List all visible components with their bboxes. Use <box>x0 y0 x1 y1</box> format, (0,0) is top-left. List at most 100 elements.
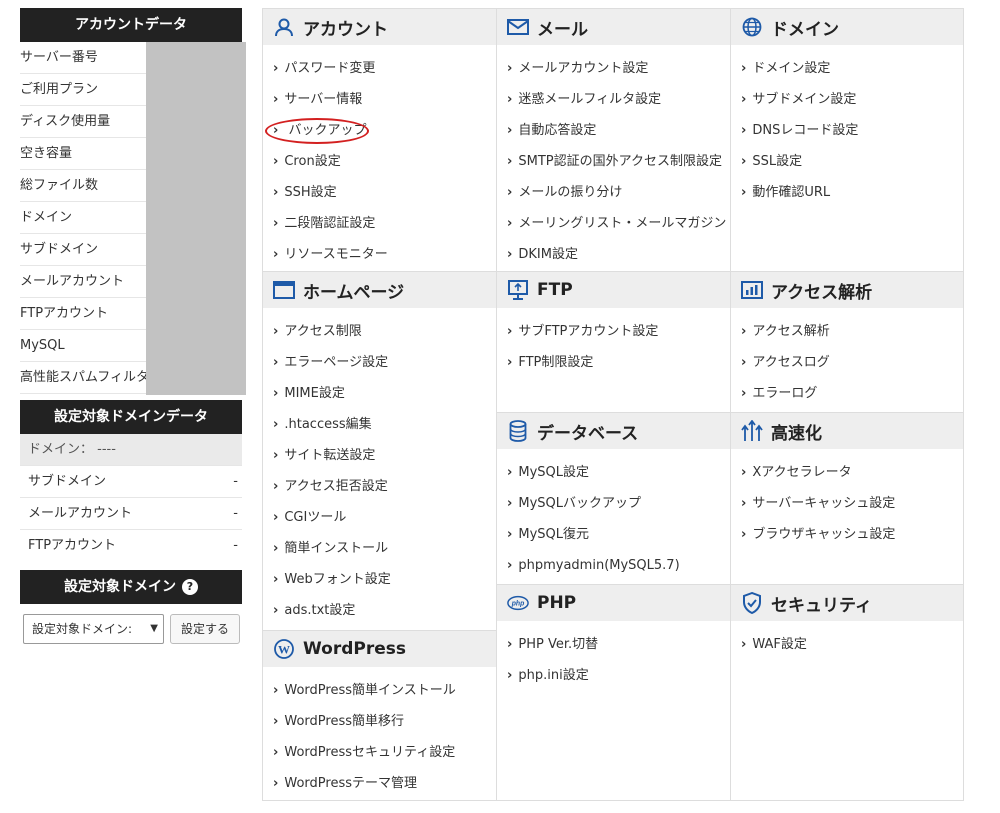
section-security-links: WAF設定 <box>731 621 963 660</box>
link-mailing-list[interactable]: メーリングリスト・メールマガジン <box>497 208 730 239</box>
section-analytics-links: アクセス解析 アクセスログ エラーログ <box>731 308 963 409</box>
link-mysql-backup[interactable]: MySQLバックアップ <box>497 488 730 519</box>
section-title: PHP <box>537 593 577 613</box>
section-wordpress-header: W WordPress <box>263 631 496 667</box>
link-htaccess[interactable]: .htaccess編集 <box>263 409 496 440</box>
section-domain: ドメイン ドメイン設定 サブドメイン設定 DNSレコード設定 SSL設定 動作確… <box>731 9 963 208</box>
section-title: メール <box>537 19 588 40</box>
link-ssh[interactable]: SSH設定 <box>263 177 496 208</box>
link-auto-reply[interactable]: 自動応答設定 <box>497 115 730 146</box>
domain-data-value: - <box>233 506 238 521</box>
account-row-free-space: 空き容量 <box>20 138 146 170</box>
link-mail-sorting[interactable]: メールの振り分け <box>497 177 730 208</box>
link-access-analytics[interactable]: アクセス解析 <box>731 316 963 347</box>
link-mysql-settings[interactable]: MySQL設定 <box>497 457 730 488</box>
link-spam-filter[interactable]: 迷惑メールフィルタ設定 <box>497 84 730 115</box>
domain-data-label: FTPアカウント <box>28 538 117 553</box>
link-waf[interactable]: WAF設定 <box>731 629 963 660</box>
redacted-values-block <box>146 42 246 395</box>
section-mail: メール メールアカウント設定 迷惑メールフィルタ設定 自動応答設定 SMTP認証… <box>497 9 730 270</box>
account-row-subdomain: サブドメイン <box>20 234 146 266</box>
domain-data-header: 設定対象ドメインデータ <box>20 400 242 434</box>
link-wp-theme[interactable]: WordPressテーマ管理 <box>263 768 496 799</box>
link-ftp-restriction[interactable]: FTP制限設定 <box>497 347 730 378</box>
help-icon[interactable]: ? <box>182 579 198 595</box>
link-x-accelerator[interactable]: Xアクセラレータ <box>731 457 963 488</box>
link-sub-ftp-account[interactable]: サブFTPアカウント設定 <box>497 316 730 347</box>
account-row-total-files: 総ファイル数 <box>20 170 146 202</box>
link-access-deny[interactable]: アクセス拒否設定 <box>263 471 496 502</box>
link-access-log[interactable]: アクセスログ <box>731 347 963 378</box>
account-row-plan: ご利用プラン <box>20 74 146 106</box>
link-wp-easy-migration[interactable]: WordPress簡単移行 <box>263 706 496 737</box>
link-php-ini[interactable]: php.ini設定 <box>497 660 730 691</box>
link-smtp-restriction[interactable]: SMTP認証の国外アクセス制限設定 <box>497 146 730 177</box>
section-title: ドメイン <box>771 19 839 40</box>
domain-data-value: - <box>233 538 238 553</box>
link-backup[interactable]: バックアップ <box>263 115 496 146</box>
link-wp-easy-install[interactable]: WordPress簡単インストール <box>263 675 496 706</box>
link-access-restriction[interactable]: アクセス制限 <box>263 316 496 347</box>
account-row-mail-account: メールアカウント <box>20 266 146 298</box>
account-data-table: サーバー番号 ご利用プラン ディスク使用量 空き容量 総ファイル数 ドメイン サ… <box>20 42 246 395</box>
link-ads-txt[interactable]: ads.txt設定 <box>263 595 496 626</box>
link-resource-monitor[interactable]: リソースモニター <box>263 239 496 270</box>
globe-icon <box>741 16 763 38</box>
section-ftp: FTP サブFTPアカウント設定 FTP制限設定 <box>497 272 730 378</box>
section-title: アカウント <box>303 19 388 40</box>
domain-data-table: ドメイン： ---- サブドメイン - メールアカウント - FTPアカウント … <box>20 434 242 562</box>
shield-icon <box>741 592 763 614</box>
section-account: アカウント パスワード変更 サーバー情報 バックアップ Cron設定 SSH設定… <box>263 9 496 270</box>
monitor-upload-icon <box>507 279 529 301</box>
link-dns-record[interactable]: DNSレコード設定 <box>731 115 963 146</box>
section-php-links: PHP Ver.切替 php.ini設定 <box>497 621 730 691</box>
section-homepage-header: ホームページ <box>263 272 496 308</box>
section-account-links: パスワード変更 サーバー情報 バックアップ Cron設定 SSH設定 二段階認証… <box>263 45 496 270</box>
target-domain-select[interactable]: 設定対象ドメイン: ▼ <box>23 614 164 644</box>
section-database-header: データベース <box>497 413 730 449</box>
section-domain-header: ドメイン <box>731 9 963 45</box>
sidebar: アカウントデータ サーバー番号 ご利用プラン ディスク使用量 空き容量 総ファイ… <box>20 8 246 644</box>
section-title: データベース <box>537 423 639 444</box>
link-web-font[interactable]: Webフォント設定 <box>263 564 496 595</box>
link-mysql-restore[interactable]: MySQL復元 <box>497 519 730 550</box>
link-phpmyadmin[interactable]: phpmyadmin(MySQL5.7) <box>497 550 730 581</box>
link-error-log[interactable]: エラーログ <box>731 378 963 409</box>
domain-data-label: メールアカウント <box>28 506 133 521</box>
section-wordpress: W WordPress WordPress簡単インストール WordPress簡… <box>263 631 496 799</box>
link-error-page[interactable]: エラーページ設定 <box>263 347 496 378</box>
link-password-change[interactable]: パスワード変更 <box>263 53 496 84</box>
link-mime[interactable]: MIME設定 <box>263 378 496 409</box>
link-domain-settings[interactable]: ドメイン設定 <box>731 53 963 84</box>
link-php-version[interactable]: PHP Ver.切替 <box>497 629 730 660</box>
link-mail-account[interactable]: メールアカウント設定 <box>497 53 730 84</box>
link-subdomain-settings[interactable]: サブドメイン設定 <box>731 84 963 115</box>
link-cgi-tools[interactable]: CGIツール <box>263 502 496 533</box>
domain-data-row: メールアカウント - <box>20 498 242 530</box>
svg-text:W: W <box>278 643 290 657</box>
link-test-url[interactable]: 動作確認URL <box>731 177 963 208</box>
link-browser-cache[interactable]: ブラウザキャッシュ設定 <box>731 519 963 550</box>
section-mail-links: メールアカウント設定 迷惑メールフィルタ設定 自動応答設定 SMTP認証の国外ア… <box>497 45 730 270</box>
section-mail-header: メール <box>497 9 730 45</box>
section-php: php PHP PHP Ver.切替 php.ini設定 <box>497 585 730 691</box>
link-two-factor[interactable]: 二段階認証設定 <box>263 208 496 239</box>
link-dkim[interactable]: DKIM設定 <box>497 239 730 270</box>
link-ssl[interactable]: SSL設定 <box>731 146 963 177</box>
target-domain-select-value: 設定対象ドメイン: <box>32 622 133 636</box>
account-row-server-number: サーバー番号 <box>20 42 146 74</box>
section-speed-links: Xアクセラレータ サーバーキャッシュ設定 ブラウザキャッシュ設定 <box>731 449 963 550</box>
link-server-info[interactable]: サーバー情報 <box>263 84 496 115</box>
link-server-cache[interactable]: サーバーキャッシュ設定 <box>731 488 963 519</box>
link-cron[interactable]: Cron設定 <box>263 146 496 177</box>
section-analytics: アクセス解析 アクセス解析 アクセスログ エラーログ <box>731 272 963 409</box>
section-security: セキュリティ WAF設定 <box>731 585 963 660</box>
domain-data-row: サブドメイン - <box>20 466 242 498</box>
section-ftp-links: サブFTPアカウント設定 FTP制限設定 <box>497 308 730 378</box>
php-icon: php <box>507 592 529 614</box>
link-easy-install[interactable]: 簡単インストール <box>263 533 496 564</box>
link-site-redirect[interactable]: サイト転送設定 <box>263 440 496 471</box>
set-domain-button[interactable]: 設定する <box>170 614 240 644</box>
section-homepage: ホームページ アクセス制限 エラーページ設定 MIME設定 .htaccess編… <box>263 272 496 626</box>
link-wp-security[interactable]: WordPressセキュリティ設定 <box>263 737 496 768</box>
